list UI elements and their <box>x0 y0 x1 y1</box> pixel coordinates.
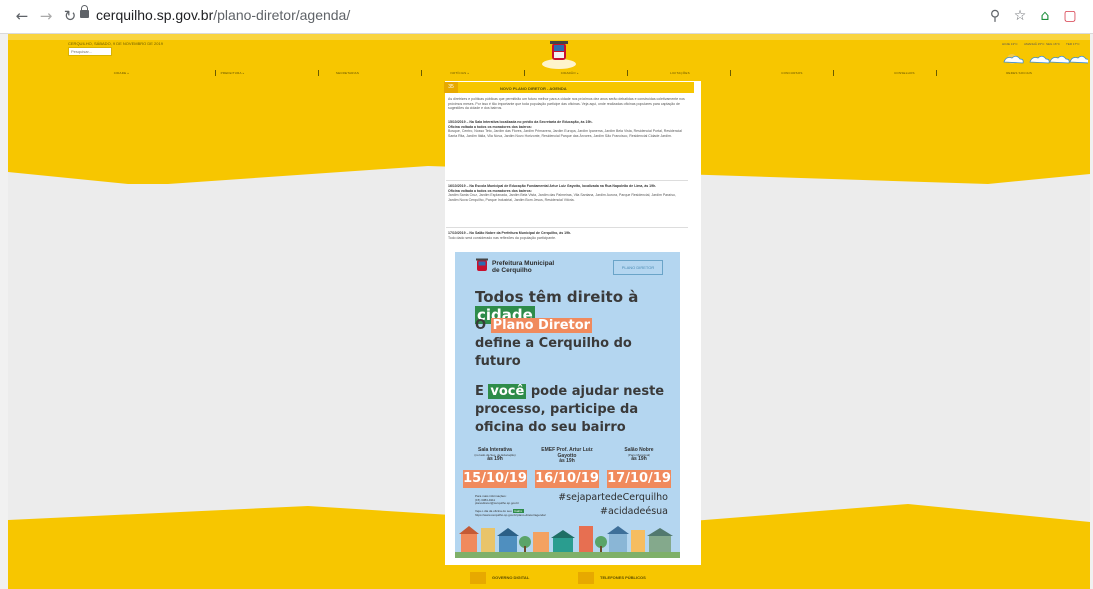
governo-digital-label: GOVERNO DIGITAL <box>492 575 530 580</box>
poster-line: processo, participe da <box>475 402 639 417</box>
block-body: Bosque, Centro, Nosso Teto, Jardim das F… <box>448 129 682 138</box>
hashtag-seja-parte: #sejapartedeCerquilho <box>558 492 668 503</box>
url-path: /plano-diretor/agenda/ <box>213 7 351 23</box>
info-line: https://www.cerquilho.sp.gov.br/plano-di… <box>475 512 546 517</box>
menu-item-cidade[interactable]: CIDADE » <box>114 71 129 75</box>
main-menu: CIDADE » PREFEITURA » SECRETARIAS NOTÍCI… <box>68 69 1078 77</box>
date-box-2: 16/10/19 <box>535 470 599 488</box>
menu-divider <box>215 70 216 76</box>
venue-time: às 19h <box>559 458 575 464</box>
menu-divider <box>833 70 834 76</box>
article-intro: As diretrizes e políticas públicas que p… <box>448 97 685 111</box>
block-heading: Todo dado será considerado nas reflexões… <box>448 235 556 240</box>
block-heading: Oficina voltada a todos os moradores dos… <box>448 188 532 193</box>
extension-icon[interactable]: ⌂ <box>1035 6 1055 26</box>
poster-line: oficina do seu bairro <box>475 420 626 435</box>
article-block-3: 17/10/2019 – No Salão Nobre da Prefeitur… <box>448 231 686 240</box>
menu-divider <box>730 70 731 76</box>
lock-icon[interactable] <box>80 5 89 18</box>
menu-item-concursos[interactable]: CONCURSOS <box>781 71 802 75</box>
venue-name: EMEF Prof. Artur Luiz Gayotto <box>541 447 593 459</box>
menu-item-noticias[interactable]: NOTÍCIAS » <box>451 71 470 75</box>
info-line: planodiretor@cerquilho.sp.gov.br <box>475 501 520 506</box>
browser-toolbar: ← → ↻ cerquilho.sp.gov.br/plano-diretor/… <box>0 0 1093 34</box>
menu-divider <box>936 70 937 76</box>
telefones-publicos-label: TELEFONES PÚBLICOS <box>600 575 646 580</box>
headline-text: Todos têm direito à <box>475 288 639 306</box>
block-date-line: 16/10/2019 – Na Escola Municipal de Educ… <box>448 184 657 188</box>
city-logo <box>542 41 576 69</box>
back-icon[interactable]: ← <box>12 6 32 26</box>
poster-prefeitura-text: Prefeitura Municipal de Cerquilho <box>492 260 554 274</box>
hashtag-acidade: #acidadeésua <box>599 506 668 517</box>
venue-3: Salão Nobre (Paço Municipal) às 19h <box>609 447 669 463</box>
venue-2: EMEF Prof. Artur Luiz Gayotto às 19h <box>537 447 597 465</box>
poster-line: O Plano Diretor <box>475 318 593 333</box>
menu-item-redes-sociais[interactable]: REDES SOCIAIS <box>1006 71 1032 75</box>
forward-icon[interactable]: → <box>36 6 56 26</box>
poster-logo-line: de Cerquilho <box>492 267 532 274</box>
poster-text: pode ajudar neste <box>526 384 665 399</box>
venue-1: Sala Interativa (no lado da Sec. de Educ… <box>465 447 525 463</box>
menu-divider <box>318 70 319 76</box>
reload-icon[interactable]: ↻ <box>60 6 80 26</box>
poster-info: Para mais informações: (15) 3384-9111 pl… <box>475 494 520 506</box>
menu-item-prefeitura[interactable]: PREFEITURA » <box>221 71 245 75</box>
telefones-publicos-button[interactable]: TELEFONES PÚBLICOS <box>578 572 668 584</box>
poster-text: O <box>475 318 491 333</box>
menu-item-conselhos[interactable]: CONSELHOS <box>894 71 915 75</box>
poster-line: define a Cerquilho do <box>475 336 632 351</box>
phone-icon <box>578 572 594 584</box>
houses-illustration <box>455 526 680 558</box>
governo-digital-icon <box>470 572 486 584</box>
highlight-voce: você <box>488 384 527 399</box>
date-box-1: 15/10/19 <box>463 470 527 488</box>
header-date: CERQUILHO, SÁBADO, 9 DE NOVEMBRO DE 2019 <box>68 41 163 46</box>
plano-diretor-poster: Prefeitura Municipal de Cerquilho PLANO … <box>455 252 680 558</box>
menu-divider <box>421 70 422 76</box>
block-divider <box>446 227 688 228</box>
block-divider <box>446 180 688 181</box>
venue-time: às 19h <box>631 456 647 463</box>
weather-day: AMANHÃ 15°C <box>1024 42 1045 46</box>
venue-time: às 19h <box>487 456 503 463</box>
article-title-bar <box>444 82 694 93</box>
article-title: NOVO PLANO DIRETOR - AGENDA <box>500 86 567 91</box>
block-body: Jardim Santa Cruz, Jardim Esplanada, Jar… <box>448 193 676 202</box>
block-heading: Oficina voltada a todos os moradores dos… <box>448 124 532 129</box>
menu-item-secretarias[interactable]: SECRETARIAS <box>336 71 359 75</box>
pocket-icon[interactable]: ▢ <box>1060 6 1080 26</box>
article-block-2: 16/10/2019 – Na Escola Municipal de Educ… <box>448 184 686 202</box>
zoom-icon[interactable]: ⚲ <box>985 6 1005 26</box>
weather-day: SEG 16°C <box>1046 42 1060 46</box>
weather-day: HOJE 13°C <box>1002 42 1018 46</box>
menu-item-licitacoes[interactable]: LICITAÇÕES <box>670 71 690 75</box>
menu-divider <box>627 70 628 76</box>
poster-info-2: Veja o dia da oficina do seu bairro http… <box>475 509 546 517</box>
date-box-3: 17/10/19 <box>607 470 671 488</box>
plano-diretor-badge: PLANO DIRETOR <box>613 260 663 275</box>
block-date-line: 15/10/2019 – Na Sala Interativa localiza… <box>448 120 593 124</box>
coat-of-arms-icon <box>476 258 488 271</box>
highlight-plano-diretor: Plano Diretor <box>490 318 593 333</box>
weather-day: TER 17°C <box>1066 42 1080 46</box>
menu-divider <box>524 70 525 76</box>
block-date-line: 17/10/2019 – No Salão Nobre da Prefeitur… <box>448 231 572 235</box>
search-input[interactable]: Pesquisar... <box>68 47 112 56</box>
menu-item-cidadao[interactable]: CIDADÃO » <box>561 71 579 75</box>
poster-line: futuro <box>475 354 521 369</box>
poster-text: E <box>475 384 489 399</box>
star-icon[interactable]: ☆ <box>1010 6 1030 26</box>
article-block-1: 15/10/2019 – Na Sala Interativa localiza… <box>448 120 686 138</box>
poster-line: E você pode ajudar neste <box>475 384 664 399</box>
url-host: cerquilho.sp.gov.br <box>96 7 214 23</box>
governo-digital-button[interactable]: GOVERNO DIGITAL <box>470 572 556 584</box>
article-tab-number: 35 <box>444 82 458 93</box>
poster-logo-line: Prefeitura Municipal <box>492 260 555 267</box>
address-bar[interactable]: cerquilho.sp.gov.br/plano-diretor/agenda… <box>96 7 350 23</box>
